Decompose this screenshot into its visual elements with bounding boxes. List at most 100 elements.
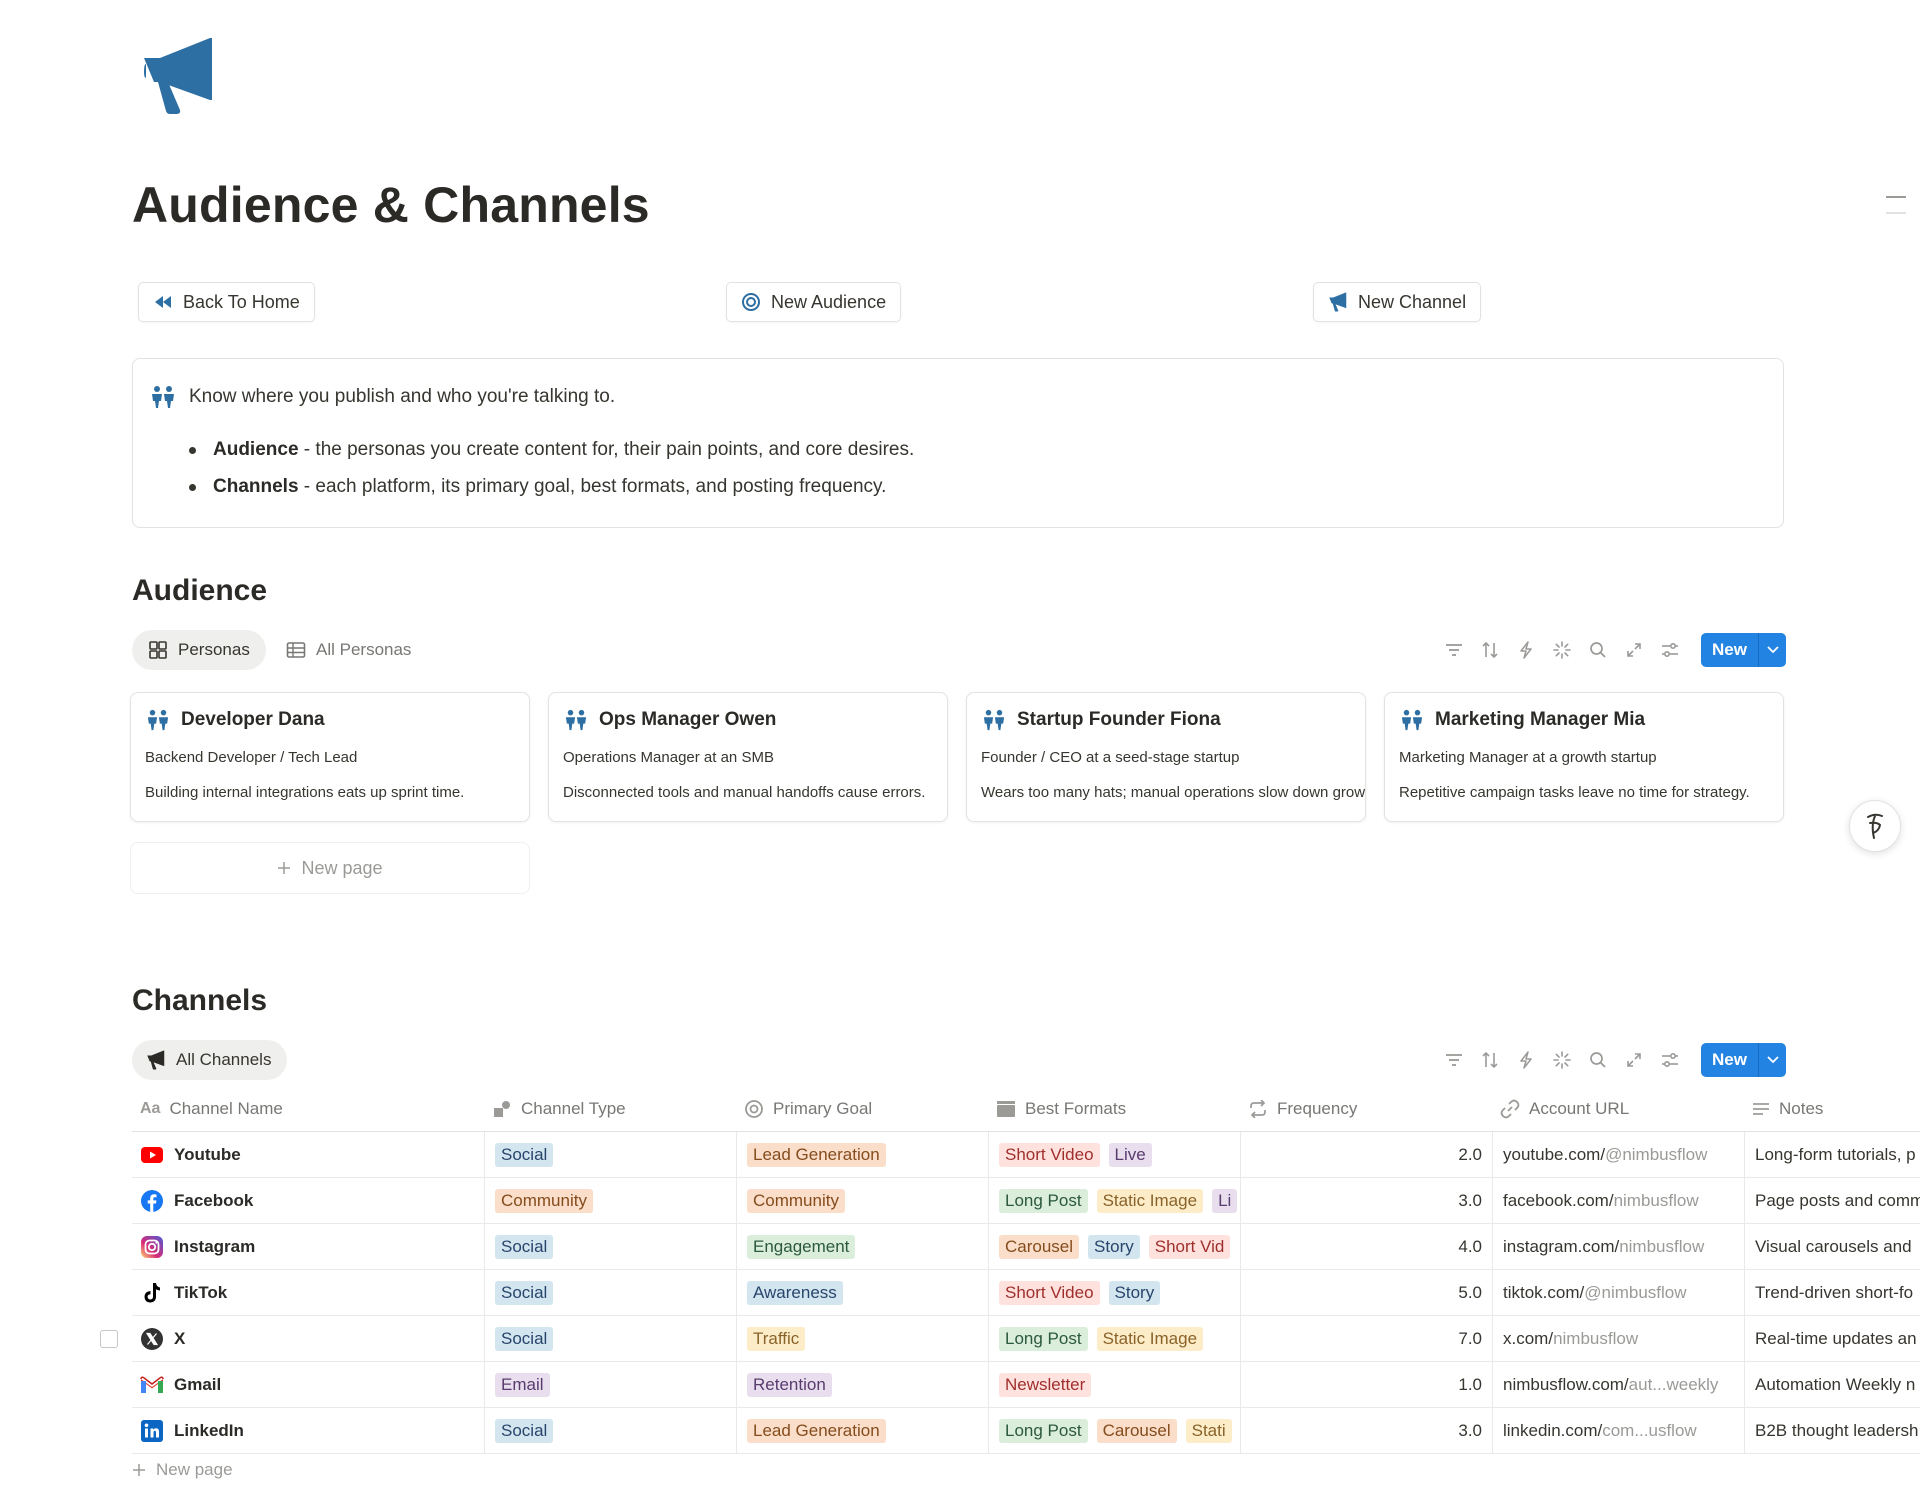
expand-icon[interactable] xyxy=(1621,637,1647,663)
url-host[interactable]: tiktok.com/ xyxy=(1503,1283,1584,1303)
cell-frequency[interactable]: 5.0 xyxy=(1240,1270,1492,1316)
cell-account-url[interactable]: youtube.com/@nimbusflow xyxy=(1492,1132,1744,1178)
persona-card[interactable]: Marketing Manager Mia Marketing Manager … xyxy=(1384,692,1784,822)
expand-icon[interactable] xyxy=(1621,1047,1647,1073)
table-row[interactable]: TikTok Social Awareness Short Video Story 5.0… xyxy=(132,1270,1920,1316)
persona-card[interactable]: Startup Founder Fiona Founder / CEO at a… xyxy=(966,692,1366,822)
cell-primary-goal[interactable]: Retention xyxy=(736,1362,988,1408)
cell-primary-goal[interactable]: Community xyxy=(736,1178,988,1224)
cell-best-formats[interactable]: Short Video Live xyxy=(988,1132,1240,1178)
url-path[interactable]: @nimbusflow xyxy=(1584,1283,1686,1303)
channels-new-button[interactable]: New xyxy=(1701,1043,1786,1077)
cell-channel-name[interactable]: Gmail xyxy=(132,1362,484,1408)
cell-best-formats[interactable]: Newsletter xyxy=(988,1362,1240,1408)
sort-icon[interactable] xyxy=(1477,1047,1503,1073)
cell-notes[interactable]: Visual carousels and xyxy=(1744,1224,1920,1270)
cell-notes[interactable]: Trend-driven short-fo xyxy=(1744,1270,1920,1316)
tab-personas[interactable]: Personas xyxy=(132,630,266,670)
back-to-home-button[interactable]: Back To Home xyxy=(138,282,315,322)
url-host[interactable]: linkedin.com/ xyxy=(1503,1421,1602,1441)
column-header-channel-type[interactable]: Channel Type xyxy=(484,1086,736,1132)
table-row[interactable]: X Social Traffic Long Post Static Image 7.0 x.… xyxy=(100,1316,1920,1362)
cell-account-url[interactable]: linkedin.com/com...usflow xyxy=(1492,1408,1744,1454)
cell-channel-name[interactable]: LinkedIn xyxy=(132,1408,484,1454)
cell-frequency[interactable]: 1.0 xyxy=(1240,1362,1492,1408)
filter-icon[interactable] xyxy=(1441,637,1467,663)
url-path[interactable]: aut...weekly xyxy=(1629,1375,1719,1395)
cell-channel-name[interactable]: Youtube xyxy=(132,1132,484,1178)
url-path[interactable]: nimbusflow xyxy=(1553,1329,1638,1349)
tab-all-personas[interactable]: All Personas xyxy=(270,630,427,670)
cell-best-formats[interactable]: Short Video Story xyxy=(988,1270,1240,1316)
loading-sparkle-icon[interactable] xyxy=(1549,1047,1575,1073)
cell-account-url[interactable]: tiktok.com/@nimbusflow xyxy=(1492,1270,1744,1316)
cell-channel-name[interactable]: Facebook xyxy=(132,1178,484,1224)
cell-channel-type[interactable]: Social xyxy=(484,1408,736,1454)
cell-channel-type[interactable]: Social xyxy=(484,1270,736,1316)
cell-notes[interactable]: Automation Weekly n xyxy=(1744,1362,1920,1408)
persona-card[interactable]: Developer Dana Backend Developer / Tech … xyxy=(130,692,530,822)
chevron-down-icon[interactable] xyxy=(1758,1043,1786,1077)
cell-frequency[interactable]: 3.0 xyxy=(1240,1408,1492,1454)
url-host[interactable]: x.com/ xyxy=(1503,1329,1553,1349)
cell-account-url[interactable]: nimbusflow.com/aut...weekly xyxy=(1492,1362,1744,1408)
column-header-notes[interactable]: Notes xyxy=(1744,1086,1920,1132)
cell-frequency[interactable]: 2.0 xyxy=(1240,1132,1492,1178)
cell-primary-goal[interactable]: Lead Generation xyxy=(736,1408,988,1454)
cell-notes[interactable]: Long-form tutorials, p xyxy=(1744,1132,1920,1178)
cell-frequency[interactable]: 7.0 xyxy=(1240,1316,1492,1362)
cell-notes[interactable]: Page posts and comm xyxy=(1744,1178,1920,1224)
automation-bolt-icon[interactable] xyxy=(1513,1047,1539,1073)
new-audience-button[interactable]: New Audience xyxy=(726,282,902,322)
megaphone-icon[interactable] xyxy=(140,36,220,116)
url-host[interactable]: facebook.com/ xyxy=(1503,1191,1614,1211)
tab-all-channels[interactable]: All Channels xyxy=(132,1040,288,1080)
settings-sliders-icon[interactable] xyxy=(1657,637,1683,663)
row-select-checkbox[interactable] xyxy=(100,1330,118,1348)
channels-new-page-button[interactable]: New page xyxy=(132,1460,233,1480)
table-row[interactable]: Instagram Social Engagement Carousel Story Sh… xyxy=(132,1224,1920,1270)
column-header-channel-name[interactable]: Aa Channel Name xyxy=(132,1086,484,1132)
search-icon[interactable] xyxy=(1585,637,1611,663)
column-header-frequency[interactable]: Frequency xyxy=(1240,1086,1492,1132)
cell-account-url[interactable]: instagram.com/nimbusflow xyxy=(1492,1224,1744,1270)
loading-sparkle-icon[interactable] xyxy=(1549,637,1575,663)
cell-channel-type[interactable]: Social xyxy=(484,1316,736,1362)
cell-primary-goal[interactable]: Engagement xyxy=(736,1224,988,1270)
table-row[interactable]: Youtube Social Lead Generation Short Video L… xyxy=(132,1132,1920,1178)
url-path[interactable]: @nimbusflow xyxy=(1605,1145,1707,1165)
cell-frequency[interactable]: 4.0 xyxy=(1240,1224,1492,1270)
automation-bolt-icon[interactable] xyxy=(1513,637,1539,663)
url-path[interactable]: com...usflow xyxy=(1602,1421,1696,1441)
cell-frequency[interactable]: 3.0 xyxy=(1240,1178,1492,1224)
new-channel-button[interactable]: New Channel xyxy=(1313,282,1482,322)
column-header-account-url[interactable]: Account URL xyxy=(1492,1086,1744,1132)
url-path[interactable]: nimbusflow xyxy=(1619,1237,1704,1257)
column-header-primary-goal[interactable]: Primary Goal xyxy=(736,1086,988,1132)
cell-primary-goal[interactable]: Traffic xyxy=(736,1316,988,1362)
cell-best-formats[interactable]: Carousel Story Short Vid xyxy=(988,1224,1240,1270)
ai-assistant-button[interactable] xyxy=(1849,800,1901,852)
table-of-contents-toggle[interactable] xyxy=(1886,196,1906,228)
filter-icon[interactable] xyxy=(1441,1047,1467,1073)
cell-best-formats[interactable]: Long Post Carousel Stati xyxy=(988,1408,1240,1454)
audience-new-page-button[interactable]: New page xyxy=(130,842,530,894)
cell-channel-name[interactable]: X xyxy=(132,1316,484,1362)
search-icon[interactable] xyxy=(1585,1047,1611,1073)
table-row[interactable]: Facebook Community Community Long Post Stati… xyxy=(132,1178,1920,1224)
persona-card[interactable]: Ops Manager Owen Operations Manager at a… xyxy=(548,692,948,822)
cell-notes[interactable]: Real-time updates an xyxy=(1744,1316,1920,1362)
url-path[interactable]: nimbusflow xyxy=(1614,1191,1699,1211)
cell-channel-type[interactable]: Social xyxy=(484,1132,736,1178)
cell-primary-goal[interactable]: Awareness xyxy=(736,1270,988,1316)
url-host[interactable]: instagram.com/ xyxy=(1503,1237,1619,1257)
cell-notes[interactable]: B2B thought leadersh xyxy=(1744,1408,1920,1454)
sort-icon[interactable] xyxy=(1477,637,1503,663)
column-header-best-formats[interactable]: Best Formats xyxy=(988,1086,1240,1132)
table-row[interactable]: LinkedIn Social Lead Generation Long Post Ca… xyxy=(132,1408,1920,1454)
url-host[interactable]: youtube.com/ xyxy=(1503,1145,1605,1165)
cell-best-formats[interactable]: Long Post Static Image xyxy=(988,1316,1240,1362)
cell-channel-name[interactable]: TikTok xyxy=(132,1270,484,1316)
audience-new-button[interactable]: New xyxy=(1701,633,1786,667)
url-host[interactable]: nimbusflow.com/ xyxy=(1503,1375,1629,1395)
